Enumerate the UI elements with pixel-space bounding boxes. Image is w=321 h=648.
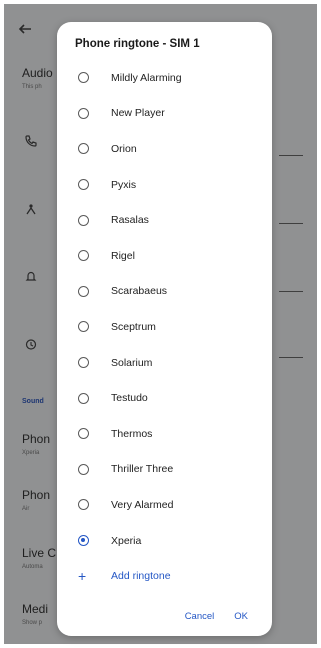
ringtone-label: Thermos bbox=[111, 427, 153, 440]
ringtone-list: Mildly Alarming New Player Orion Pyxis R… bbox=[57, 60, 272, 594]
ringtone-option[interactable]: Solarium bbox=[57, 345, 272, 381]
add-ringtone-label: Add ringtone bbox=[111, 570, 171, 583]
ringtone-option[interactable]: Testudo bbox=[57, 380, 272, 416]
ringtone-label: Scarabaeus bbox=[111, 285, 168, 298]
radio-button[interactable] bbox=[78, 107, 89, 119]
radio-button[interactable] bbox=[78, 428, 89, 440]
ringtone-option[interactable]: Very Alarmed bbox=[57, 487, 272, 523]
ringtone-option[interactable]: Thriller Three bbox=[57, 452, 272, 488]
ringtone-option[interactable]: Mildly Alarming bbox=[57, 60, 272, 96]
radio-button[interactable] bbox=[78, 321, 89, 333]
ringtone-label: Very Alarmed bbox=[111, 498, 174, 511]
ringtone-option[interactable]: Thermos bbox=[57, 416, 272, 452]
ringtone-option[interactable]: Scarabaeus bbox=[57, 274, 272, 310]
ringtone-label: Rasalas bbox=[111, 214, 149, 227]
ringtone-label: New Player bbox=[111, 107, 165, 120]
ringtone-option[interactable]: Rigel bbox=[57, 238, 272, 274]
ringtone-option[interactable]: Orion bbox=[57, 131, 272, 167]
add-ringtone-button[interactable]: + Add ringtone bbox=[57, 558, 272, 594]
ringtone-option[interactable]: New Player bbox=[57, 96, 272, 132]
ringtone-label: Thriller Three bbox=[111, 463, 174, 476]
ringtone-label: Rigel bbox=[111, 249, 135, 262]
dialog-actions: Cancel OK bbox=[185, 611, 248, 622]
ok-button[interactable]: OK bbox=[234, 611, 248, 622]
radio-button[interactable] bbox=[78, 179, 89, 191]
ringtone-option[interactable]: Pyxis bbox=[57, 167, 272, 203]
ringtone-option[interactable]: Rasalas bbox=[57, 202, 272, 238]
ringtone-label: Pyxis bbox=[111, 178, 137, 191]
radio-button[interactable] bbox=[78, 72, 89, 84]
radio-button[interactable] bbox=[78, 214, 89, 226]
ringtone-dialog: Phone ringtone - SIM 1 Mildly Alarming N… bbox=[57, 22, 272, 636]
ringtone-label: Testudo bbox=[111, 392, 148, 405]
radio-button[interactable] bbox=[78, 143, 89, 155]
ringtone-option[interactable]: Sceptrum bbox=[57, 309, 272, 345]
radio-button-selected[interactable] bbox=[78, 535, 89, 547]
radio-button[interactable] bbox=[78, 499, 89, 511]
ringtone-label: Solarium bbox=[111, 356, 153, 369]
radio-button[interactable] bbox=[78, 392, 89, 404]
radio-button[interactable] bbox=[78, 357, 89, 369]
dialog-title: Phone ringtone - SIM 1 bbox=[75, 38, 200, 50]
radio-button[interactable] bbox=[78, 285, 89, 297]
ringtone-label: Xperia bbox=[111, 534, 142, 547]
ringtone-label: Sceptrum bbox=[111, 320, 156, 333]
ringtone-label: Orion bbox=[111, 142, 137, 155]
ringtone-label: Mildly Alarming bbox=[111, 71, 182, 84]
cancel-button[interactable]: Cancel bbox=[185, 611, 215, 622]
plus-icon: + bbox=[78, 568, 87, 585]
radio-button[interactable] bbox=[78, 250, 89, 262]
ringtone-option-selected[interactable]: Xperia bbox=[57, 523, 272, 559]
radio-button[interactable] bbox=[78, 463, 89, 475]
